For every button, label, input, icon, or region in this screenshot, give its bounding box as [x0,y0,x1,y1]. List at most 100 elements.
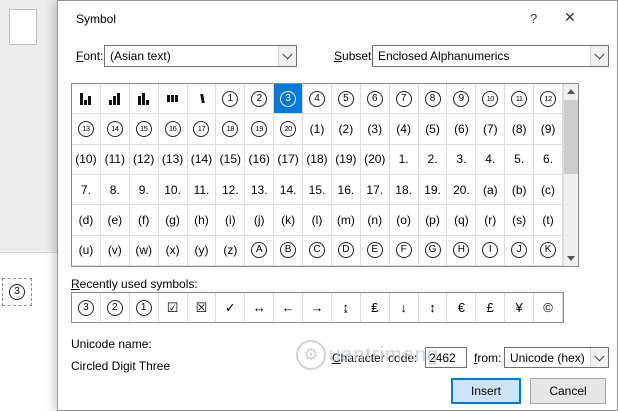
recent-symbol-cell[interactable]: ↓ [390,293,419,322]
symbol-cell[interactable]: 17 [188,114,217,144]
symbol-cell[interactable]: 16 [159,114,188,144]
scroll-down-button[interactable] [564,251,578,266]
symbol-cell[interactable]: 4 [303,84,332,114]
symbol-cell[interactable]: (s) [505,205,534,235]
symbol-cell[interactable]: (h) [188,205,217,235]
symbol-cell[interactable]: 15 [130,114,159,144]
symbol-cell[interactable]: (13) [159,145,188,175]
font-dropdown-button[interactable] [278,46,296,66]
symbol-cell[interactable]: 9. [130,175,159,205]
symbol-cell[interactable]: (q) [447,205,476,235]
symbol-cell[interactable]: 4. [476,145,505,175]
symbol-cell[interactable]: 11 [505,84,534,114]
symbol-cell[interactable]: (z) [216,236,245,266]
symbol-cell[interactable]: 5 [332,84,361,114]
symbol-cell[interactable] [130,84,159,114]
recent-symbol-cell[interactable]: ₤ [361,293,390,322]
symbol-cell[interactable]: A [245,236,274,266]
symbol-cell[interactable]: 17. [361,175,390,205]
character-code-input[interactable] [425,347,467,368]
recent-symbol-cell[interactable]: ↕ [419,293,448,322]
symbol-cell[interactable]: (20) [361,145,390,175]
recent-symbol-cell[interactable]: € [447,293,476,322]
recent-symbol-cell[interactable]: ← [274,293,303,322]
scrollbar[interactable] [563,84,578,266]
close-icon[interactable]: ✕ [564,9,576,26]
symbol-cell[interactable]: (w) [130,236,159,266]
symbol-cell[interactable]: (x) [159,236,188,266]
symbol-cell[interactable]: D [332,236,361,266]
symbol-cell[interactable]: 15. [303,175,332,205]
symbol-cell[interactable]: B [274,236,303,266]
symbol-cell[interactable]: C [303,236,332,266]
symbol-cell[interactable]: (3) [361,114,390,144]
symbol-cell[interactable]: 18 [216,114,245,144]
cancel-button[interactable]: Cancel [530,378,606,404]
symbol-cell[interactable]: (y) [188,236,217,266]
recent-symbol-cell[interactable]: ¥ [505,293,534,322]
symbol-cell[interactable]: 2 [245,84,274,114]
symbol-cell[interactable]: (g) [159,205,188,235]
symbol-cell[interactable]: 14 [101,114,130,144]
symbol-cell[interactable]: E [361,236,390,266]
symbol-cell[interactable]: (t) [534,205,563,235]
symbol-cell[interactable]: H [447,236,476,266]
symbol-cell[interactable]: (u) [72,236,101,266]
symbol-cell[interactable]: (l) [303,205,332,235]
symbol-cell[interactable]: 7 [390,84,419,114]
recent-symbol-cell[interactable]: ✓ [216,293,245,322]
symbol-cell[interactable]: 12. [216,175,245,205]
symbol-cell[interactable]: G [419,236,448,266]
symbol-cell[interactable]: 1. [390,145,419,175]
subset-dropdown-button[interactable] [590,46,608,66]
symbol-cell[interactable]: K [534,236,563,266]
symbol-cell[interactable]: (r) [476,205,505,235]
symbol-cell[interactable]: 9 [447,84,476,114]
recent-symbol-cell[interactable]: © [534,293,563,322]
symbol-cell[interactable]: 3 [274,84,303,114]
symbol-cell[interactable]: (19) [332,145,361,175]
symbol-cell[interactable]: (e) [101,205,130,235]
symbol-cell[interactable]: (v) [101,236,130,266]
symbol-cell[interactable]: 8 [419,84,448,114]
symbol-cell[interactable]: (d) [72,205,101,235]
symbol-cell[interactable]: 6 [361,84,390,114]
symbol-cell[interactable]: 18. [390,175,419,205]
symbol-cell[interactable]: (5) [419,114,448,144]
symbol-cell[interactable]: 13. [245,175,274,205]
symbol-cell[interactable]: 14. [274,175,303,205]
symbol-cell[interactable]: \\ [188,84,217,114]
symbol-cell[interactable]: 20. [447,175,476,205]
recent-symbol-cell[interactable]: ↨ [332,293,361,322]
recent-symbol-cell[interactable]: ☒ [188,293,217,322]
recent-symbol-cell[interactable]: £ [476,293,505,322]
symbol-cell[interactable]: (6) [447,114,476,144]
symbol-cell[interactable]: F [390,236,419,266]
symbol-cell[interactable]: (16) [245,145,274,175]
subset-dropdown[interactable]: Enclosed Alphanumerics [372,45,609,67]
recent-symbol-cell[interactable]: ☑ [159,293,188,322]
symbol-cell[interactable]: (12) [130,145,159,175]
symbol-cell[interactable]: 5. [505,145,534,175]
font-dropdown[interactable]: (Asian text) [104,45,297,67]
symbol-cell[interactable]: I [476,236,505,266]
from-dropdown[interactable]: Unicode (hex) [504,347,609,368]
symbol-cell[interactable]: 11. [188,175,217,205]
symbol-cell[interactable]: 16. [332,175,361,205]
symbol-cell[interactable]: (a) [476,175,505,205]
symbol-cell[interactable]: J [505,236,534,266]
symbol-cell[interactable] [72,84,101,114]
recent-symbol-cell[interactable]: 1 [130,293,159,322]
symbol-cell[interactable]: 6. [534,145,563,175]
symbol-cell[interactable]: (p) [419,205,448,235]
symbol-cell[interactable]: (b) [505,175,534,205]
symbol-cell[interactable]: 3. [447,145,476,175]
symbol-cell[interactable]: 13 [72,114,101,144]
symbol-cell[interactable] [101,84,130,114]
symbol-cell[interactable]: (11) [101,145,130,175]
symbol-cell[interactable]: 12 [534,84,563,114]
symbol-cell[interactable]: (7) [476,114,505,144]
symbol-cell[interactable]: 20 [274,114,303,144]
symbol-cell[interactable]: (f) [130,205,159,235]
symbol-cell[interactable]: 10. [159,175,188,205]
